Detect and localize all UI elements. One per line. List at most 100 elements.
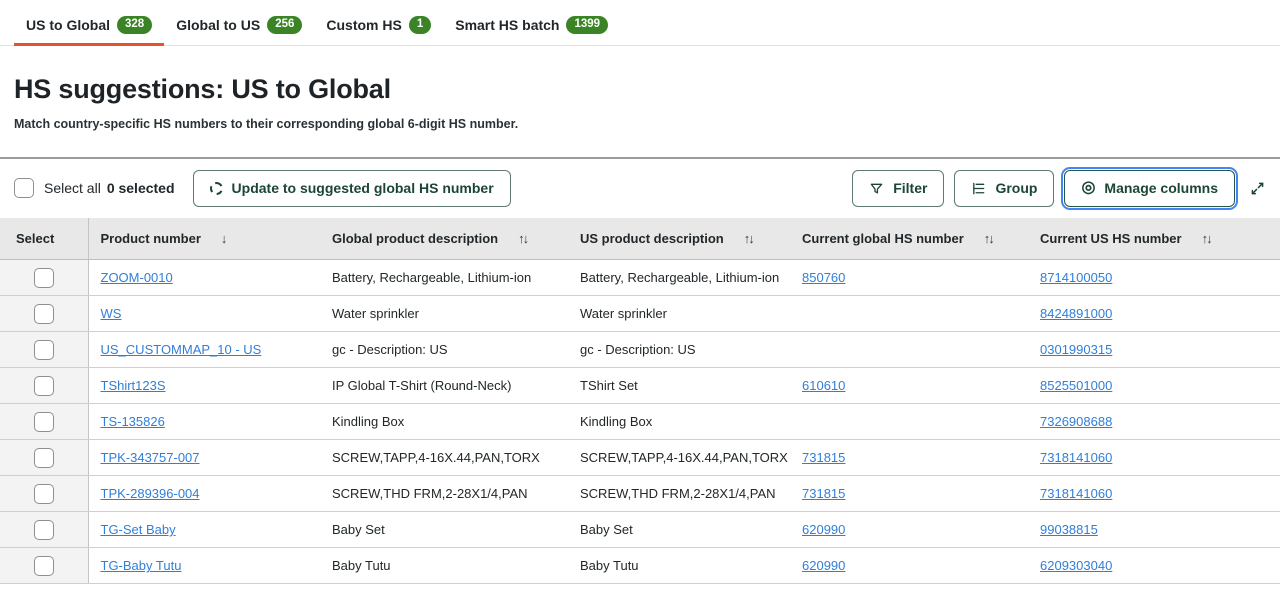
table-row: WSWater sprinklerWater sprinkler84248910… <box>0 296 1280 332</box>
current_global_hs-link[interactable]: 850760 <box>802 270 845 285</box>
product_number-link[interactable]: TG-Baby Tutu <box>101 558 182 573</box>
global_description-cell: gc - Description: US <box>320 332 568 368</box>
column-header-global-description[interactable]: Global product description↑↓ <box>320 218 568 260</box>
current_us_hs-cell: 8424891000 <box>1028 296 1280 332</box>
current_global_hs-cell <box>790 296 1028 332</box>
filter-button[interactable]: Filter <box>852 170 944 207</box>
current_global_hs-cell: 620990 <box>790 512 1028 548</box>
tab-smart-hs-batch[interactable]: Smart HS batch 1399 <box>443 12 620 45</box>
product_number-link[interactable]: TS-135826 <box>101 414 165 429</box>
us_description-cell: Water sprinkler <box>568 296 790 332</box>
manage-columns-label: Manage columns <box>1104 180 1218 196</box>
row-checkbox[interactable] <box>34 412 54 432</box>
product_number-cell: TPK-343757-007 <box>88 440 320 476</box>
current_global_hs-link[interactable]: 620990 <box>802 558 845 573</box>
current_us_hs-link[interactable]: 7318141060 <box>1040 486 1112 501</box>
table-row: TG-Baby TutuBaby TutuBaby Tutu6209906209… <box>0 548 1280 584</box>
column-header-current-us-hs[interactable]: Current US HS number↑↓ <box>1028 218 1280 260</box>
current_us_hs-link[interactable]: 7326908688 <box>1040 414 1112 429</box>
column-header-us-description[interactable]: US product description↑↓ <box>568 218 790 260</box>
page-subtitle: Match country-specific HS numbers to the… <box>14 117 1266 157</box>
us_description-cell: Baby Set <box>568 512 790 548</box>
manage-columns-button[interactable]: ◎ Manage columns <box>1064 170 1235 207</box>
us_description-cell: gc - Description: US <box>568 332 790 368</box>
tab-count-badge: 256 <box>267 16 302 34</box>
current_us_hs-link[interactable]: 7318141060 <box>1040 450 1112 465</box>
tab-label: Global to US <box>176 17 260 33</box>
current_global_hs-link[interactable]: 610610 <box>802 378 845 393</box>
current_us_hs-link[interactable]: 8424891000 <box>1040 306 1112 321</box>
current_us_hs-link[interactable]: 0301990315 <box>1040 342 1112 357</box>
row-select-cell <box>0 296 88 332</box>
update-to-suggested-button[interactable]: Update to suggested global HS number <box>193 170 511 207</box>
sort-descending-icon[interactable]: ↓ <box>221 231 226 246</box>
product_number-link[interactable]: TG-Set Baby <box>101 522 176 537</box>
tab-label: Smart HS batch <box>455 17 559 33</box>
product_number-link[interactable]: ZOOM-0010 <box>101 270 173 285</box>
product_number-link[interactable]: TPK-343757-007 <box>101 450 200 465</box>
row-checkbox[interactable] <box>34 484 54 504</box>
sort-both-icon[interactable]: ↑↓ <box>1202 231 1211 246</box>
product_number-link[interactable]: WS <box>101 306 122 321</box>
column-header-product-number[interactable]: Product number↓ <box>88 218 320 260</box>
sort-both-icon[interactable]: ↑↓ <box>518 231 527 246</box>
current_global_hs-link[interactable]: 731815 <box>802 450 845 465</box>
current_global_hs-cell: 731815 <box>790 476 1028 512</box>
row-select-cell <box>0 332 88 368</box>
current_us_hs-link[interactable]: 8714100050 <box>1040 270 1112 285</box>
current_global_hs-link[interactable]: 620990 <box>802 522 845 537</box>
current_us_hs-cell: 8714100050 <box>1028 260 1280 296</box>
tab-count-badge: 328 <box>117 16 152 34</box>
current_us_hs-cell: 6209303040 <box>1028 548 1280 584</box>
product_number-link[interactable]: TShirt123S <box>101 378 166 393</box>
table-row: TPK-343757-007 SCREW,TAPP,4-16X.44,PAN,TO… <box>0 440 1280 476</box>
global_description-cell: Baby Tutu <box>320 548 568 584</box>
us_description-cell: Battery, Rechargeable, Lithium-ion <box>568 260 790 296</box>
product_number-cell: ZOOM-0010 <box>88 260 320 296</box>
row-checkbox[interactable] <box>34 304 54 324</box>
sort-both-icon[interactable]: ↑↓ <box>984 231 993 246</box>
table-row: ZOOM-0010 Battery, Rechargeable, Lithium-… <box>0 260 1280 296</box>
table-row: TS-135826Kindling BoxKindling Box7326908… <box>0 404 1280 440</box>
us_description-cell: SCREW,THD FRM,2-28X1/4,PAN <box>568 476 790 512</box>
tab-global-to-us[interactable]: Global to US 256 <box>164 12 314 45</box>
sort-both-icon[interactable]: ↑↓ <box>744 231 753 246</box>
expand-table-button[interactable] <box>1249 180 1266 197</box>
row-checkbox[interactable] <box>34 556 54 576</box>
current_global_hs-cell: 731815 <box>790 440 1028 476</box>
update-button-label: Update to suggested global HS number <box>232 180 494 196</box>
view-columns-icon: ◎ <box>1081 180 1095 196</box>
tab-count-badge: 1 <box>409 16 431 34</box>
us_description-cell: SCREW,TAPP,4-16X.44,PAN,TORX <box>568 440 790 476</box>
tab-custom-hs[interactable]: Custom HS 1 <box>314 12 443 45</box>
table-header: Select Product number↓ Global product de… <box>0 218 1280 260</box>
tab-us-to-global[interactable]: US to Global 328 <box>14 12 164 45</box>
product_number-cell: US_CUSTOMMAP_10 - US <box>88 332 320 368</box>
filter-funnel-icon <box>869 181 884 196</box>
row-checkbox[interactable] <box>34 268 54 288</box>
row-checkbox[interactable] <box>34 340 54 360</box>
row-select-cell <box>0 368 88 404</box>
tab-label: Custom HS <box>326 17 401 33</box>
group-button[interactable]: Group <box>954 170 1054 207</box>
product_number-cell: TPK-289396-004 <box>88 476 320 512</box>
toolbar-left: Select all 0 selected Update to suggeste… <box>14 170 511 207</box>
current_us_hs-cell: 99038815 <box>1028 512 1280 548</box>
column-header-current-global-hs[interactable]: Current global HS number↑↓ <box>790 218 1028 260</box>
group-button-label: Group <box>995 180 1037 196</box>
column-header-select: Select <box>0 218 88 260</box>
product_number-link[interactable]: TPK-289396-004 <box>101 486 200 501</box>
product_number-link[interactable]: US_CUSTOMMAP_10 - US <box>101 342 262 357</box>
row-checkbox[interactable] <box>34 448 54 468</box>
row-checkbox[interactable] <box>34 376 54 396</box>
current_global_hs-cell: 850760 <box>790 260 1028 296</box>
selected-count: 0 selected <box>107 180 175 196</box>
current_us_hs-link[interactable]: 6209303040 <box>1040 558 1112 573</box>
row-checkbox[interactable] <box>34 520 54 540</box>
select-all-checkbox[interactable] <box>14 178 34 198</box>
current_us_hs-link[interactable]: 8525501000 <box>1040 378 1112 393</box>
current_global_hs-link[interactable]: 731815 <box>802 486 845 501</box>
current_global_hs-cell <box>790 404 1028 440</box>
current_us_hs-link[interactable]: 99038815 <box>1040 522 1098 537</box>
current_us_hs-cell: 8525501000 <box>1028 368 1280 404</box>
